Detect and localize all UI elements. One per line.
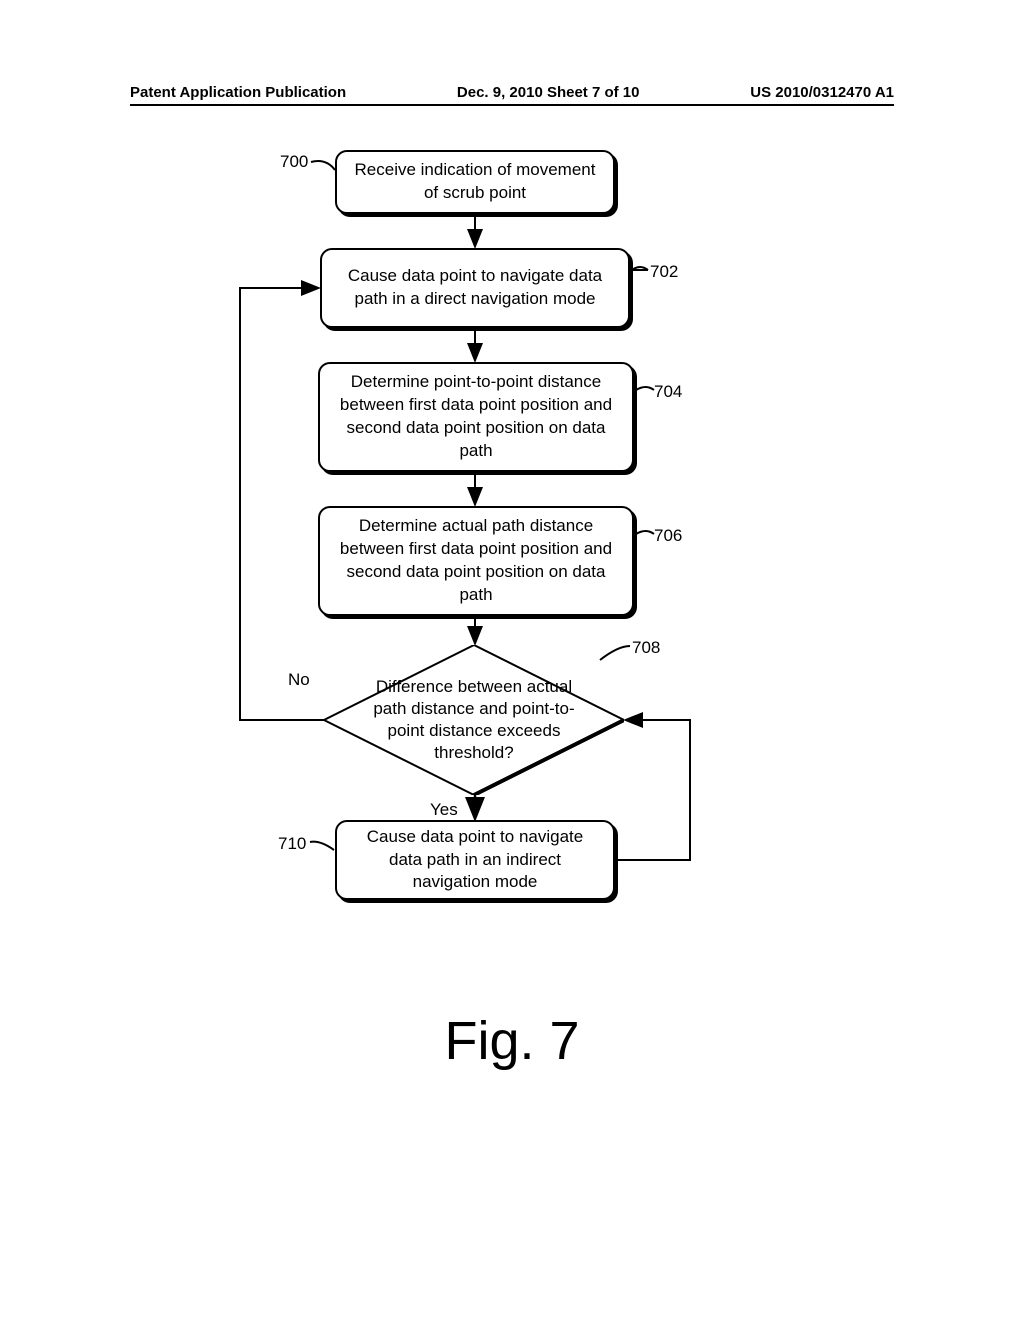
decision-text: Difference between actual path distance … <box>362 676 586 764</box>
decision-708-threshold: Difference between actual path distance … <box>324 645 624 795</box>
step-text: Determine actual path distance between f… <box>334 515 618 607</box>
step-text: Determine point-to-point distance betwee… <box>334 371 618 463</box>
page-header: Patent Application Publication Dec. 9, 2… <box>0 84 1024 106</box>
header-center: Dec. 9, 2010 Sheet 7 of 10 <box>457 84 640 101</box>
ref-704: 704 <box>654 382 682 402</box>
header-right: US 2010/0312470 A1 <box>750 84 894 101</box>
header-left: Patent Application Publication <box>130 84 346 101</box>
label-no: No <box>288 670 310 690</box>
ref-708: 708 <box>632 638 660 658</box>
step-text: Cause data point to navigate data path i… <box>351 826 599 895</box>
ref-710: 710 <box>278 834 306 854</box>
ref-700: 700 <box>280 152 308 172</box>
step-710-indirect-navigation: Cause data point to navigate data path i… <box>335 820 615 900</box>
step-704-p2p-distance: Determine point-to-point distance betwee… <box>318 362 634 472</box>
step-text: Receive indication of movement of scrub … <box>351 159 599 205</box>
flowchart: Receive indication of movement of scrub … <box>0 140 1024 970</box>
ref-706: 706 <box>654 526 682 546</box>
label-yes: Yes <box>430 800 458 820</box>
step-text: Cause data point to navigate data path i… <box>336 265 614 311</box>
ref-702: 702 <box>650 262 678 282</box>
step-702-direct-navigation: Cause data point to navigate data path i… <box>320 248 630 328</box>
figure-caption: Fig. 7 <box>0 1010 1024 1072</box>
step-700-receive-indication: Receive indication of movement of scrub … <box>335 150 615 214</box>
step-706-actual-path-distance: Determine actual path distance between f… <box>318 506 634 616</box>
